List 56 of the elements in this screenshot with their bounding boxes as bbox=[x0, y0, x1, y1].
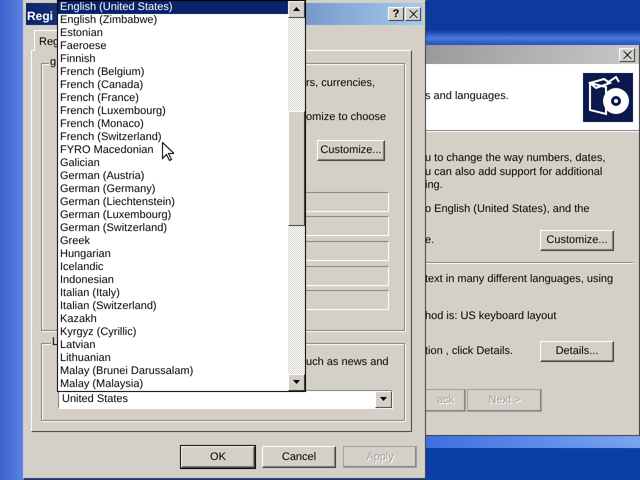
list-item[interactable]: Finnish bbox=[58, 53, 288, 66]
list-item[interactable]: Indonesian bbox=[58, 274, 288, 287]
close-icon bbox=[622, 50, 632, 58]
scroll-down-button[interactable] bbox=[288, 374, 305, 391]
description-text: hod is: US keyboard layout bbox=[425, 310, 558, 323]
down-arrow-icon bbox=[380, 397, 388, 402]
list-item[interactable]: French (Switzerland) bbox=[58, 131, 288, 144]
description-text: rs, currencies, bbox=[306, 77, 376, 90]
list-item[interactable]: Kyrgyz (Cyrillic) bbox=[58, 326, 288, 339]
window-title: Regi bbox=[27, 8, 54, 25]
help-button[interactable]: ? bbox=[388, 7, 404, 21]
list-item[interactable]: German (Liechtenstein) bbox=[58, 196, 288, 209]
list-item[interactable]: Malay (Malaysia) bbox=[58, 378, 288, 391]
list-item[interactable]: German (Austria) bbox=[58, 170, 288, 183]
list-item[interactable]: German (Luxembourg) bbox=[58, 209, 288, 222]
list-item[interactable]: Greek bbox=[58, 235, 288, 248]
list-item[interactable]: English (Zimbabwe) bbox=[58, 14, 288, 27]
list-item[interactable]: French (Luxembourg) bbox=[58, 105, 288, 118]
description-text: tion , click Details. bbox=[425, 344, 514, 358]
scroll-thumb[interactable] bbox=[288, 111, 305, 226]
dropdown-button[interactable] bbox=[375, 391, 392, 408]
description-text: text in many different languages, using bbox=[425, 273, 614, 286]
list-item[interactable]: Lithuanian bbox=[58, 352, 288, 365]
scroll-up-button[interactable] bbox=[288, 1, 305, 18]
close-button[interactable] bbox=[619, 48, 635, 62]
list-item[interactable]: Latvian bbox=[58, 339, 288, 352]
list-item[interactable]: Malay (Brunei Darussalam) bbox=[58, 365, 288, 378]
mouse-pointer-icon bbox=[162, 142, 174, 161]
list-item[interactable]: Hungarian bbox=[58, 248, 288, 261]
list-item[interactable]: English (United States) bbox=[58, 1, 288, 14]
up-arrow-icon bbox=[292, 7, 300, 12]
close-button[interactable] bbox=[405, 7, 421, 21]
description-text: uch as news and bbox=[306, 356, 389, 370]
list-item[interactable]: French (France) bbox=[58, 92, 288, 105]
list-item[interactable]: FYRO Macedonian bbox=[58, 144, 288, 157]
list-item[interactable]: French (Belgium) bbox=[58, 66, 288, 79]
list-item[interactable]: German (Germany) bbox=[58, 183, 288, 196]
list-item[interactable]: Galician bbox=[58, 157, 288, 170]
list-item[interactable]: Icelandic bbox=[58, 261, 288, 274]
dialog-button[interactable]: Cancel bbox=[262, 446, 336, 468]
list-item[interactable]: Italian (Switzerland) bbox=[58, 300, 288, 313]
cd-box-icon bbox=[583, 72, 633, 122]
close-icon bbox=[408, 10, 418, 18]
customize-button[interactable]: Customize... bbox=[540, 230, 614, 251]
customize-button[interactable]: Customize... bbox=[317, 140, 385, 161]
group-title: g bbox=[49, 56, 58, 69]
list-item[interactable]: Italian (Italy) bbox=[58, 287, 288, 300]
description-text: omize to choose bbox=[306, 111, 386, 124]
list-item[interactable]: Kazakh bbox=[58, 313, 288, 326]
dialog-button[interactable]: OK bbox=[181, 446, 255, 468]
list-item[interactable]: French (Canada) bbox=[58, 79, 288, 92]
list-item[interactable]: German (Switzerland) bbox=[58, 222, 288, 235]
details-button[interactable]: Details... bbox=[540, 341, 614, 362]
list-item[interactable]: French (Monaco) bbox=[58, 118, 288, 131]
down-arrow-icon bbox=[292, 380, 300, 385]
location-dropdown[interactable]: United States bbox=[58, 390, 393, 409]
